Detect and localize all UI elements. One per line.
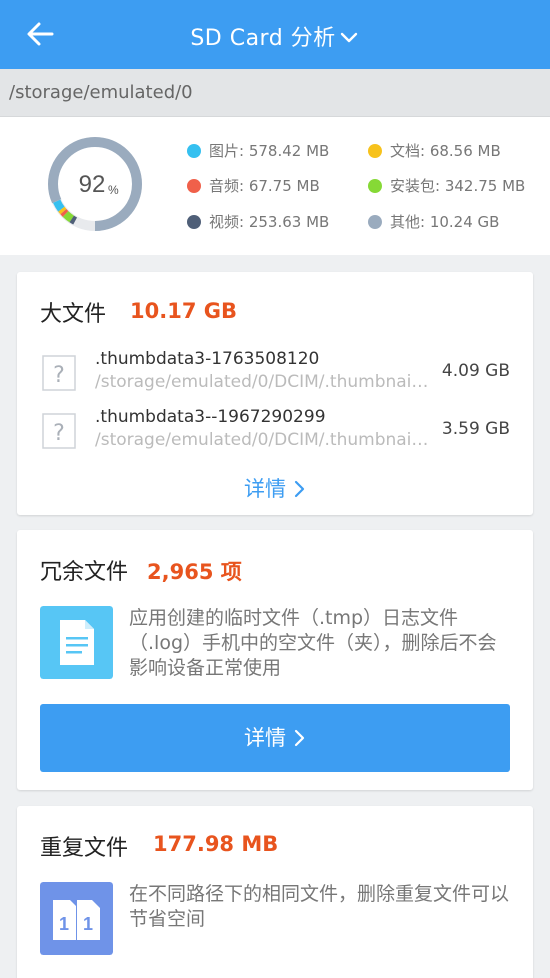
large-files-total: 10.17 GB (130, 299, 237, 323)
legend-label: 视频: 253.63 MB (209, 213, 330, 231)
redundant-files-detail-button[interactable]: 详情 (40, 704, 510, 772)
legend-dot (187, 179, 201, 193)
usage-percent-unit: % (108, 183, 119, 197)
file-name: .thumbdata3--1967290299 (95, 407, 326, 427)
legend-label: 音频: 67.75 MB (209, 177, 320, 195)
legend-dot (368, 179, 382, 193)
svg-text:1: 1 (83, 914, 93, 934)
legend-video: 视频: 253.63 MB (187, 212, 329, 232)
unknown-file-icon: ? (42, 355, 76, 391)
current-path: /storage/emulated/0 (9, 82, 193, 103)
unknown-file-icon: ? (42, 413, 76, 449)
legend-documents: 文档: 68.56 MB (368, 141, 501, 161)
svg-text:1: 1 (59, 914, 69, 934)
legend-images: 图片: 578.42 MB (187, 141, 329, 161)
storage-usage-donut: 92 % (48, 137, 142, 231)
duplicate-files-card: 重复文件 177.98 MB 1 1 在不同路径下的相同文件，删除重复文件可以节… (17, 806, 533, 978)
legend-dot (368, 215, 382, 229)
chevron-right-icon (294, 480, 305, 498)
legend-label: 安装包: 342.75 MB (390, 177, 526, 195)
duplicate-files-title: 重复文件 (40, 836, 129, 861)
large-files-title: 大文件 (40, 302, 107, 327)
legend-label: 图片: 578.42 MB (209, 142, 330, 160)
legend-dot (187, 215, 201, 229)
usage-percent: 92 (79, 171, 106, 198)
detail-label: 详情 (244, 477, 286, 501)
app-bar: SD Card 分析 (0, 0, 550, 69)
svg-text:?: ? (53, 363, 65, 388)
legend-dot (187, 144, 201, 158)
page-title: SD Card 分析 (190, 26, 336, 51)
path-bar: /storage/emulated/0 (0, 69, 550, 117)
duplicate-files-description: 在不同路径下的相同文件，删除重复文件可以节省空间 (129, 883, 510, 930)
legend-apk: 安装包: 342.75 MB (368, 176, 525, 196)
file-size: 3.59 GB (441, 419, 510, 439)
chevron-right-icon (294, 729, 305, 747)
legend-label: 文档: 68.56 MB (390, 142, 501, 160)
storage-summary: 92 % 图片: 578.42 MB 文档: 68.56 MB 音频: 67.7… (0, 117, 550, 255)
legend-other: 其他: 10.24 GB (368, 212, 499, 232)
legend-label: 其他: 10.24 GB (390, 213, 500, 231)
file-path: /storage/emulated/0/DCIM/.thumbnails/.th… (95, 430, 433, 450)
legend-dot (368, 144, 382, 158)
document-icon (40, 606, 113, 679)
legend-audio: 音频: 67.75 MB (187, 176, 320, 196)
chevron-down-icon (340, 32, 357, 43)
file-size: 4.09 GB (441, 361, 510, 381)
large-files-detail-link[interactable]: 详情 (17, 473, 533, 503)
detail-label: 详情 (244, 726, 286, 750)
redundant-files-card: 冗余文件 2,965 项 应用创建的临时文件（.tmp）日志文件（.log）手机… (17, 530, 533, 790)
redundant-files-title: 冗余文件 (40, 560, 129, 585)
storage-selector[interactable]: SD Card 分析 (0, 20, 550, 52)
file-name: .thumbdata3-1763508120 (95, 349, 320, 369)
redundant-files-description: 应用创建的临时文件（.tmp）日志文件（.log）手机中的空文件（夹），删除后不… (129, 607, 497, 679)
file-row[interactable]: ? .thumbdata3--1967290299 /storage/emula… (17, 407, 533, 457)
duplicate-files-size: 177.98 MB (153, 832, 279, 856)
large-files-card: 大文件 10.17 GB ? .thumbdata3-1763508120 /s… (17, 272, 533, 515)
duplicate-files-icon: 1 1 (40, 882, 113, 955)
redundant-files-count: 2,965 项 (147, 560, 242, 584)
svg-text:?: ? (53, 421, 65, 446)
file-path: /storage/emulated/0/DCIM/.thumbnails/.th… (95, 372, 433, 392)
file-row[interactable]: ? .thumbdata3-1763508120 /storage/emulat… (17, 349, 533, 399)
